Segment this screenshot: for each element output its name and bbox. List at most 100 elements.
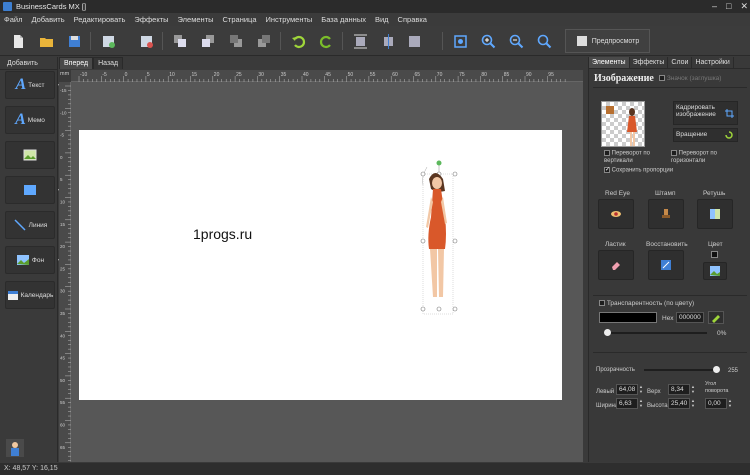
tab-layers[interactable]: Слои [668, 57, 693, 68]
left-pos-spinner[interactable]: ▲ ▼ [639, 384, 644, 394]
tab-effects[interactable]: Эффекты [630, 57, 669, 68]
top-pos-spinner[interactable]: ▲ ▼ [691, 384, 696, 394]
align-button[interactable] [350, 31, 370, 51]
placeholder-checkbox[interactable]: Значок (заглушка) [659, 75, 721, 82]
send-back-button[interactable] [254, 31, 274, 51]
restore-button[interactable] [648, 250, 684, 280]
zoom-100-button[interactable] [534, 31, 554, 51]
menu-view[interactable]: Вид [375, 15, 389, 24]
flip-vertical-checkbox[interactable] [604, 150, 610, 156]
menu-elements[interactable]: Элементы [178, 15, 214, 24]
image-icon [23, 149, 37, 161]
ruler-h-label: 15 [192, 72, 198, 78]
folder-icon [39, 37, 53, 47]
tolerance-slider-handle[interactable] [604, 329, 611, 336]
placeholder-checkbox-box[interactable] [659, 75, 665, 82]
tab-elements[interactable]: Элементы [589, 57, 630, 68]
ruler-v-label: -15 [60, 88, 67, 93]
crop-button[interactable]: Кадрировать изображение [673, 101, 738, 125]
menu-edit[interactable]: Редактировать [74, 15, 126, 24]
eraser-button[interactable] [598, 250, 634, 280]
add-line-button[interactable]: Линия [5, 211, 55, 239]
height-input[interactable]: 25,40 [668, 398, 690, 409]
open-button[interactable] [36, 31, 56, 51]
angle-input[interactable]: 0,00 [705, 398, 727, 409]
bring-front-button[interactable] [170, 31, 190, 51]
redeye-button[interactable] [598, 199, 634, 229]
zoom-fit-button[interactable] [450, 31, 470, 51]
canvas-text[interactable]: 1progs.ru [193, 226, 252, 242]
canvas-area[interactable]: 1progs.ru [71, 82, 583, 462]
transparency-color-option[interactable]: Транспарентность (по цвету) [599, 300, 694, 307]
woman-image[interactable] [415, 157, 463, 315]
color-label: Цвет [708, 241, 723, 248]
add-page-icon [102, 35, 115, 48]
color-swatch-small[interactable] [711, 251, 718, 258]
zoom-out-icon [509, 34, 523, 48]
left-pos-input[interactable]: 64,08 [616, 384, 638, 395]
zoom-out-button[interactable] [506, 31, 526, 51]
tab-front[interactable]: Вперед [59, 57, 94, 69]
top-pos-input[interactable]: 8,34 [668, 384, 690, 395]
opacity-slider-handle[interactable] [713, 366, 720, 373]
add-memo-button[interactable]: A Мемо [5, 106, 55, 134]
add-background-button[interactable]: Фон ▾ [5, 246, 61, 274]
transparency-color-swatch[interactable] [599, 312, 657, 323]
clipart-icon[interactable] [5, 438, 25, 458]
card-page[interactable]: 1progs.ru [79, 130, 562, 400]
menu-help[interactable]: Справка [398, 15, 427, 24]
tolerance-slider[interactable] [607, 332, 707, 334]
flip-horizontal-option[interactable]: Переворот по горизонтали [671, 150, 741, 165]
rotate-button[interactable]: Вращение [673, 128, 738, 142]
bring-forward-button[interactable] [198, 31, 218, 51]
transparency-color-checkbox[interactable] [599, 300, 605, 307]
hex-input[interactable]: 000000 [676, 312, 704, 323]
width-spinner[interactable]: ▲ ▼ [639, 398, 644, 408]
add-page-button[interactable] [98, 31, 118, 51]
close-icon[interactable]: ✕ [740, 1, 748, 12]
tab-settings[interactable]: Настройки [692, 57, 734, 68]
add-calendar-button[interactable]: Календарь [5, 281, 55, 309]
zoom-in-button[interactable] [478, 31, 498, 51]
menu-add[interactable]: Добавить [31, 15, 64, 24]
rotate-icon [725, 131, 733, 139]
flip-vertical-option[interactable]: Переворот по вертикали [604, 150, 664, 165]
menu-page[interactable]: Страница [223, 15, 257, 24]
menu-file[interactable]: Файл [4, 15, 22, 24]
menu-effects[interactable]: Эффекты [134, 15, 168, 24]
menu-tools[interactable]: Инструменты [266, 15, 313, 24]
keep-ratio-option[interactable]: ✓ Сохранить пропорции [604, 167, 673, 175]
delete-page-button[interactable] [136, 31, 156, 51]
flip-horizontal-checkbox[interactable] [671, 150, 677, 156]
new-button[interactable] [8, 31, 28, 51]
send-backward-button[interactable] [226, 31, 246, 51]
maximize-icon[interactable]: □ [726, 1, 731, 12]
angle-spinner[interactable]: ▲ ▼ [728, 398, 733, 408]
image-thumbnail[interactable] [601, 101, 645, 147]
keep-ratio-checkbox[interactable]: ✓ [604, 167, 610, 173]
save-button[interactable] [64, 31, 84, 51]
height-spinner[interactable]: ▲ ▼ [691, 398, 696, 408]
add-line-label: Линия [28, 221, 48, 229]
width-input[interactable]: 6,63 [616, 398, 638, 409]
ruler-h-label: 90 [526, 72, 532, 78]
add-shape-button[interactable]: ▾ [5, 176, 61, 204]
ruler-h-label: -10 [80, 72, 87, 78]
distribute-button[interactable] [378, 31, 398, 51]
redo-button[interactable] [316, 31, 336, 51]
retouch-button[interactable] [697, 199, 733, 229]
tab-back[interactable]: Назад [93, 57, 124, 69]
size-button[interactable] [404, 31, 424, 51]
ruler-h-label: 70 [437, 72, 443, 78]
minimize-icon[interactable]: – [712, 1, 717, 12]
preview-button[interactable]: Предпросмотр [565, 29, 650, 53]
menu-database[interactable]: База данных [321, 15, 366, 24]
add-image-button[interactable] [5, 141, 55, 169]
opacity-slider[interactable] [644, 369, 716, 371]
undo-button[interactable] [288, 31, 308, 51]
size-icon [408, 35, 420, 47]
add-text-button[interactable]: A Текст ▾ [5, 71, 61, 99]
color-button[interactable] [703, 262, 727, 280]
eyedropper-button[interactable] [708, 311, 724, 324]
stamp-button[interactable] [648, 199, 684, 229]
